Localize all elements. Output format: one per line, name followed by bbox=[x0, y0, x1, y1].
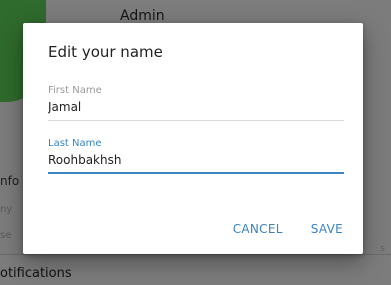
cancel-button[interactable]: CANCEL bbox=[233, 222, 283, 236]
page-title: Admin bbox=[120, 8, 165, 24]
last-name-label: Last Name bbox=[48, 138, 102, 149]
first-name-field: First Name bbox=[48, 85, 344, 121]
last-name-field: Last Name bbox=[48, 138, 344, 174]
dialog-title: Edit your name bbox=[48, 43, 163, 61]
dialog-actions: CANCEL SAVE bbox=[233, 222, 343, 236]
notifications-section-label: otifications bbox=[0, 266, 72, 281]
divider bbox=[0, 254, 391, 255]
edit-name-dialog: Edit your name First Name Last Name CANC… bbox=[23, 23, 363, 254]
first-name-label: First Name bbox=[48, 85, 102, 96]
last-name-input[interactable] bbox=[48, 153, 344, 174]
save-button[interactable]: SAVE bbox=[311, 222, 343, 236]
info-line: s bbox=[380, 244, 385, 254]
first-name-input[interactable] bbox=[48, 100, 344, 121]
info-section-label: nfo bbox=[0, 174, 20, 188]
